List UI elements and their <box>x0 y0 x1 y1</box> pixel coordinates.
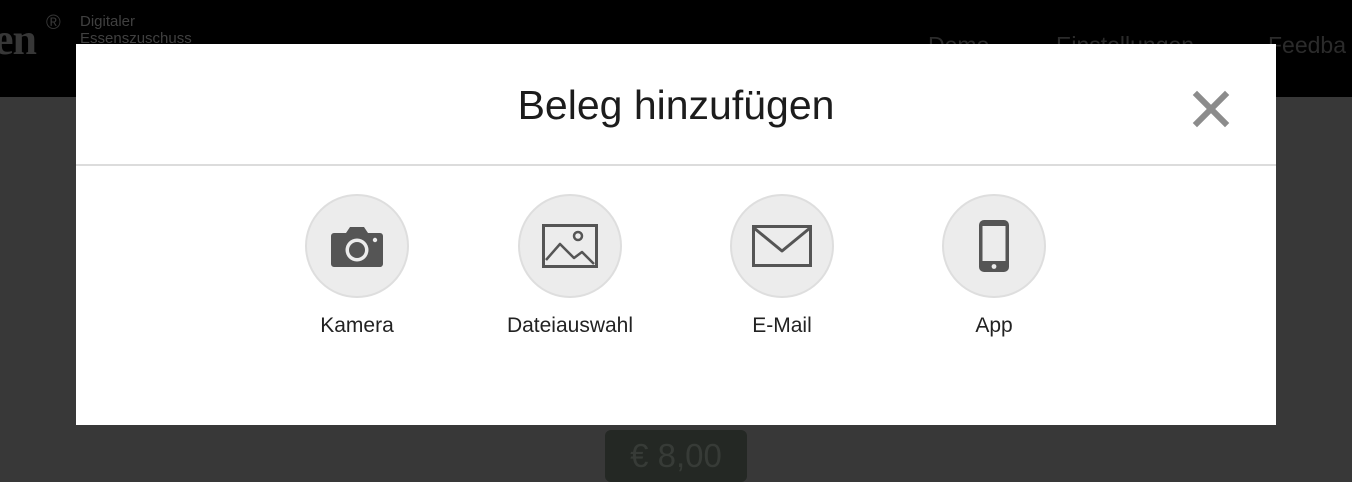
option-camera[interactable]: Kamera <box>267 194 447 338</box>
upload-options: Kamera Dateiauswahl E-Mail App <box>76 194 1276 354</box>
option-email[interactable]: E-Mail <box>692 194 872 338</box>
dialog-header: Beleg hinzufügen <box>76 44 1276 166</box>
camera-icon <box>331 227 383 267</box>
close-button[interactable] <box>1190 88 1232 130</box>
option-camera-label: Kamera <box>320 314 394 337</box>
option-file-select-circle[interactable] <box>518 194 622 298</box>
smartphone-icon <box>979 220 1009 272</box>
option-camera-circle[interactable] <box>305 194 409 298</box>
close-icon <box>1192 90 1230 128</box>
option-app-label: App <box>975 314 1013 337</box>
option-app[interactable]: App <box>904 194 1084 338</box>
mail-icon <box>752 225 812 267</box>
image-icon <box>542 224 598 268</box>
option-email-circle[interactable] <box>730 194 834 298</box>
option-file-select[interactable]: Dateiauswahl <box>480 194 660 338</box>
option-file-select-label: Dateiauswahl <box>506 314 634 337</box>
option-app-circle[interactable] <box>942 194 1046 298</box>
dialog-title: Beleg hinzufügen <box>517 82 835 128</box>
option-email-label: E-Mail <box>752 314 812 337</box>
add-receipt-dialog: Beleg hinzufügen Kamera Dateiauswahl E-M… <box>76 44 1276 425</box>
